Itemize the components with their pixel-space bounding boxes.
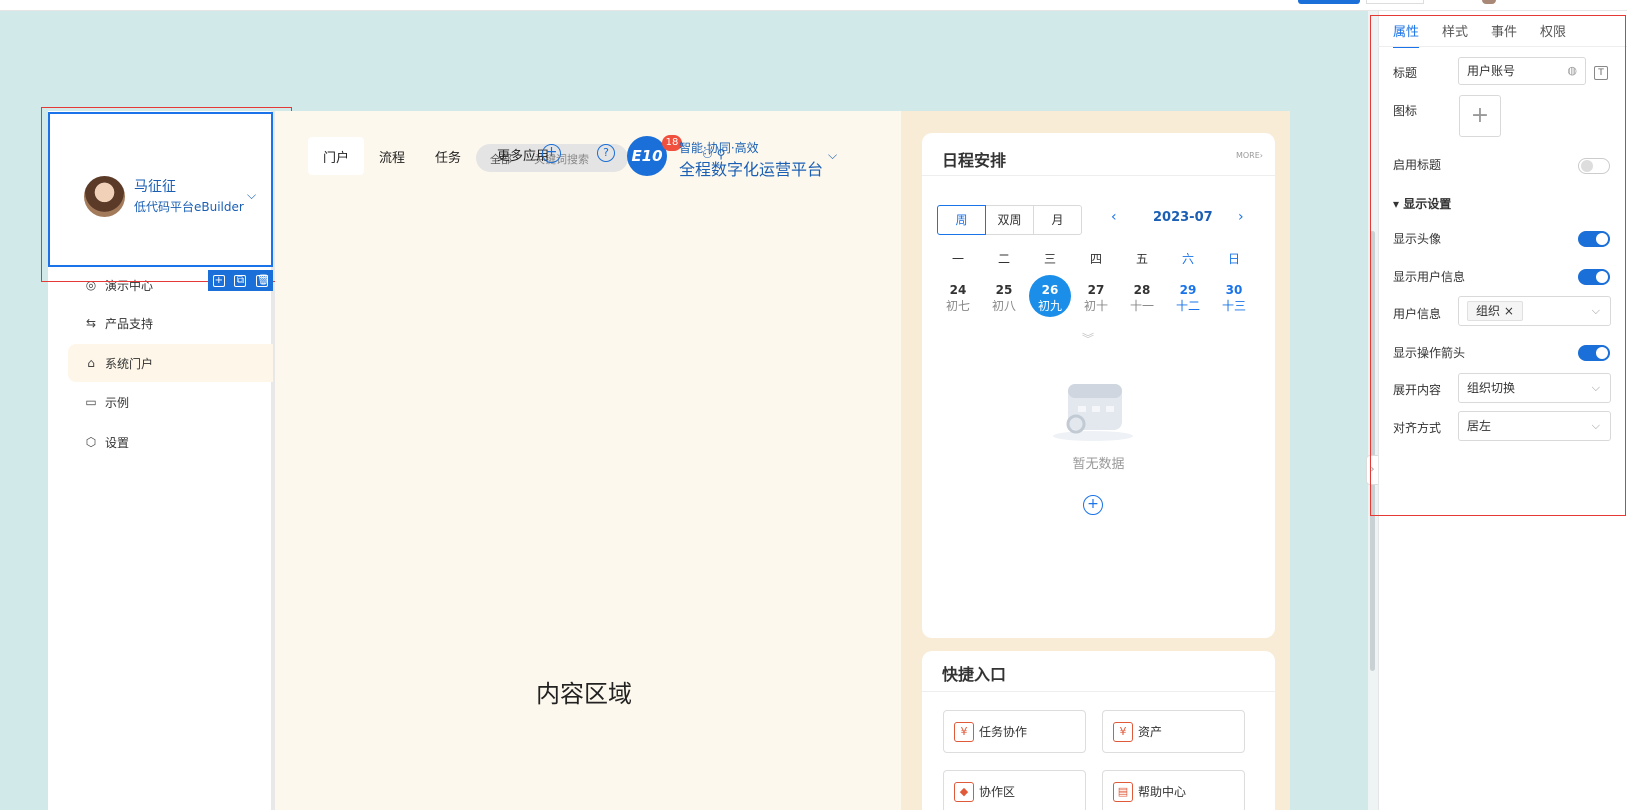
swap-icon: ⇆: [85, 316, 97, 330]
tab-task[interactable]: 任务: [420, 137, 476, 175]
logo-e10[interactable]: E10: [627, 136, 667, 176]
calendar-day[interactable]: 24 初七: [935, 283, 981, 314]
selection-outline: [41, 107, 292, 282]
view-month[interactable]: 月: [1033, 205, 1082, 235]
toolbar-button[interactable]: [1366, 0, 1424, 4]
calendar-day[interactable]: 28 十一: [1119, 283, 1165, 314]
view-week[interactable]: 周: [937, 205, 986, 235]
yen-icon: ¥: [1113, 721, 1133, 742]
quick-entry-card: 快捷入口 ¥ 任务协作 ¥ 资产 ◆ 协作区 ▤ 帮助中心: [922, 651, 1275, 810]
view-biweek[interactable]: 双周: [985, 205, 1034, 235]
add-event-button[interactable]: +: [1083, 495, 1103, 515]
expand-down-icon[interactable]: ︾: [1082, 330, 1094, 347]
lunar-date: 初七: [945, 299, 970, 313]
chevron-down-icon[interactable]: ⌵: [828, 148, 837, 163]
sidebar-item-label: 示例: [105, 395, 130, 410]
day-number: 27: [1087, 283, 1105, 297]
monitor-icon: ▭: [85, 395, 97, 409]
chevron-left-icon[interactable]: ‹: [1111, 209, 1117, 225]
weekday: 四: [1089, 252, 1102, 266]
weekday: 五: [1135, 252, 1148, 266]
panel-selection-outline: [1370, 15, 1626, 516]
widget-toolbar: + ⧉ 🗑: [208, 270, 273, 291]
lunar-date: 十三: [1221, 299, 1246, 313]
day-number: 24: [949, 283, 967, 297]
add-icon[interactable]: +: [212, 274, 225, 287]
quick-entry-label: 帮助中心: [1138, 785, 1187, 799]
calendar-day-today[interactable]: 26 初九: [1027, 275, 1073, 317]
calendar-day[interactable]: 30 十三: [1211, 283, 1257, 314]
sidebar-item-portal[interactable]: ⌂ 系统门户: [68, 344, 273, 382]
settings-icon: ⬡: [85, 435, 97, 449]
more-link[interactable]: MORE›: [1236, 151, 1263, 160]
empty-calendar-icon: [1053, 384, 1133, 441]
platform-name[interactable]: 全程数字化运营平台: [679, 156, 823, 180]
weekday: 二: [997, 252, 1010, 266]
quick-entry-label: 任务协作: [979, 725, 1028, 739]
quick-entry-task[interactable]: ¥ 任务协作: [943, 710, 1086, 753]
weekday: 日: [1227, 252, 1240, 266]
sidebar-item-settings[interactable]: ⬡ 设置: [68, 423, 273, 461]
chevron-right-icon[interactable]: ›: [1238, 209, 1244, 225]
home-icon: ⌂: [87, 356, 95, 370]
card-title: 日程安排: [942, 151, 1007, 170]
divider: [922, 175, 1275, 176]
content-area-label: 内容区域: [536, 680, 632, 708]
weekday: 六: [1181, 252, 1194, 266]
quick-entry-label: 资产: [1138, 725, 1163, 739]
card-title: 快捷入口: [942, 665, 1007, 684]
day-number: 25: [995, 283, 1013, 297]
help-icon[interactable]: ?: [597, 144, 615, 162]
schedule-card: 日程安排 MORE› 周 双周 月 ‹ 2023-07 › 一 二 三 四 五 …: [922, 133, 1275, 638]
empty-text: 暂无数据: [1072, 457, 1125, 472]
quick-entry-help[interactable]: ▤ 帮助中心: [1102, 770, 1245, 810]
lunar-date: 初九: [1037, 299, 1062, 313]
day-number: 29: [1179, 283, 1197, 297]
trash-icon[interactable]: 🗑: [256, 274, 270, 287]
add-circle-icon[interactable]: +: [542, 144, 561, 163]
calendar-day[interactable]: 27 初十: [1073, 283, 1119, 314]
current-month: 2023-07: [1153, 210, 1213, 225]
day-number: 28: [1133, 283, 1151, 297]
calendar-day[interactable]: 29 十二: [1165, 283, 1211, 314]
lunar-date: 初十: [1083, 299, 1108, 313]
tab-process[interactable]: 流程: [364, 137, 420, 175]
sidebar-item-label: 系统门户: [105, 356, 154, 371]
layers-icon: ◆: [954, 781, 974, 802]
quick-entry-asset[interactable]: ¥ 资产: [1102, 710, 1245, 753]
calendar-day[interactable]: 25 初八: [981, 283, 1027, 314]
header-tabs: 门户 流程 任务: [308, 137, 476, 175]
publish-button[interactable]: [1298, 0, 1360, 4]
lunar-date: 初八: [991, 299, 1016, 313]
top-toolbar: [0, 0, 1627, 11]
quick-entry-label: 协作区: [979, 785, 1016, 799]
quick-entry-collab[interactable]: ◆ 协作区: [943, 770, 1086, 810]
top-avatar[interactable]: [1482, 0, 1496, 4]
weekday: 三: [1043, 252, 1056, 266]
tab-portal[interactable]: 门户: [308, 137, 365, 175]
weekday: 一: [951, 252, 964, 266]
lunar-date: 十一: [1129, 299, 1154, 313]
yen-icon: ¥: [954, 721, 974, 742]
view-switch: 周 双周 月: [937, 205, 1082, 235]
divider: [922, 691, 1275, 692]
sidebar-item-support[interactable]: ⇆ 产品支持: [68, 304, 273, 342]
lunar-date: 十二: [1175, 299, 1200, 313]
sidebar-item-example[interactable]: ▭ 示例: [68, 383, 273, 421]
sidebar-item-label: 产品支持: [105, 316, 154, 331]
day-number: 26: [1041, 283, 1059, 297]
document-icon: ▤: [1113, 781, 1133, 802]
copy-icon[interactable]: ⧉: [234, 274, 247, 287]
day-number: 30: [1225, 283, 1243, 297]
sidebar-item-label: 设置: [105, 435, 130, 450]
